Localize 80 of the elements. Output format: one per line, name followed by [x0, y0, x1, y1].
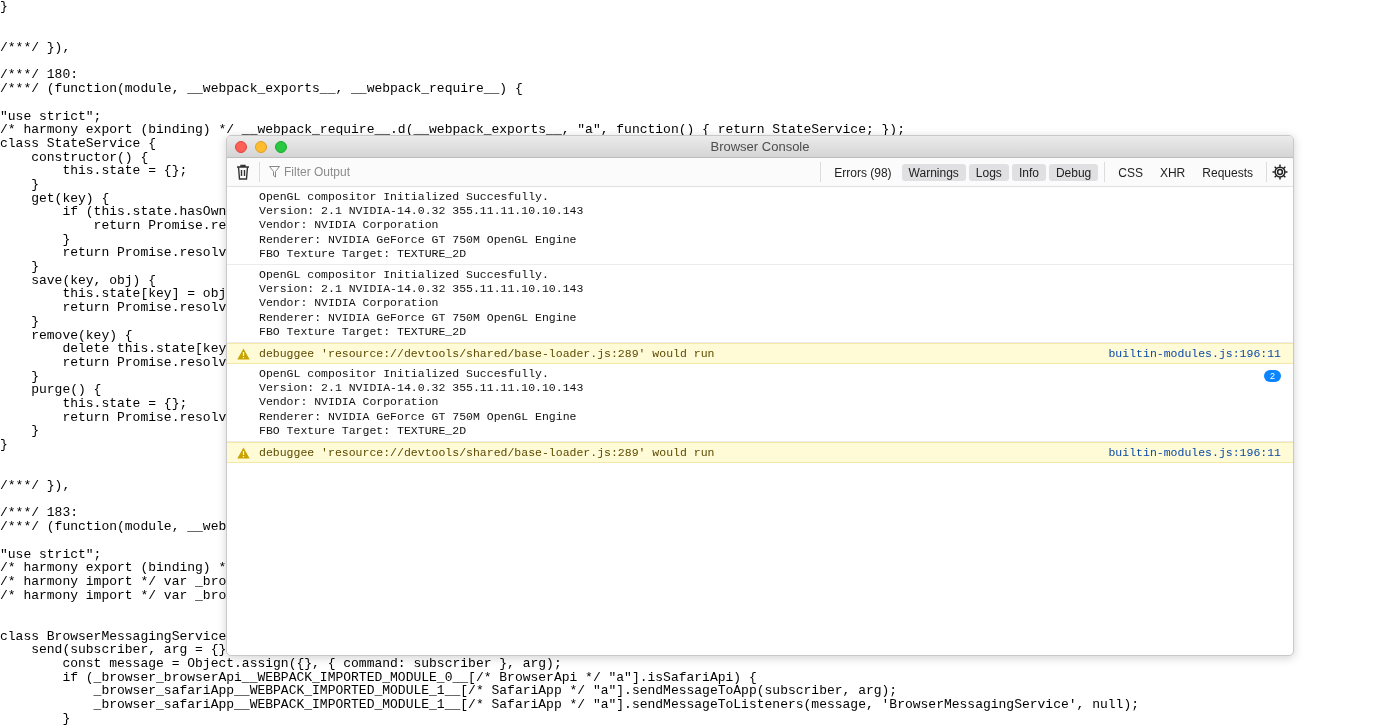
filter-toggle[interactable]: XHR — [1152, 163, 1193, 181]
log-line: OpenGL compositor Initialized Succesfully. — [259, 367, 550, 382]
log-line: Version: 2.1 NVIDIA-14.0.32 355.11.11.10.10.143 — [259, 381, 585, 396]
warning-text: debuggee 'resource://devtools/shared/base-loader.js:289' would run — [259, 345, 716, 362]
window-title: Browser Console — [710, 137, 810, 156]
code-line: /***/ }), — [0, 41, 71, 55]
log-line: FBO Texture Target: TEXTURE_2D — [259, 423, 468, 439]
filter-toggle[interactable]: CSS — [1111, 163, 1150, 181]
code-line: if (this.state.hasOwn — [62, 205, 227, 219]
settings-icon[interactable] — [1271, 163, 1289, 181]
code-line: this.state[key] = obj — [62, 287, 227, 302]
filter-toggle[interactable]: Errors (98) — [827, 163, 899, 181]
code-line: this.state = {}; — [62, 164, 188, 178]
source-link[interactable]: builtin-modules.js:196:11 — [1108, 344, 1281, 363]
log-line: Renderer: NVIDIA GeForce GT 750M OpenGL Engine — [259, 310, 578, 325]
code-line: this.state = {}; — [62, 396, 188, 411]
code-line: } — [61, 232, 71, 247]
code-line: } — [30, 369, 39, 384]
code-line: class StateService { — [0, 136, 157, 151]
repeat-badge: 2 — [1264, 370, 1281, 383]
filter-toggle[interactable]: Logs — [968, 163, 1009, 181]
code-line: /***/ 183: — [0, 506, 78, 521]
code-line: return Promise.resolv — [61, 246, 227, 261]
code-line: /* harmony import */ var _bro — [0, 574, 227, 589]
code-line: class BrowserMessagingService — [0, 629, 227, 644]
code-line: } — [0, 438, 8, 452]
code-line: _browser_safariApp__WEBPACK_IMPORTED_MODULE_1__[/* SafariApp */ "a"].sendMessageToApp(subscriber, arg); — [93, 684, 898, 699]
log-line: Version: 2.1 NVIDIA-14.0.32 355.11.11.10.10.143 — [259, 282, 585, 297]
code-line: constructor() { — [30, 150, 149, 165]
log-line: Vendor: NVIDIA Corporation — [259, 296, 440, 311]
code-line: } — [30, 314, 39, 329]
filter-toggle[interactable]: Warnings — [901, 163, 966, 181]
warning-icon — [237, 446, 250, 459]
code-line: } — [30, 177, 39, 192]
code-line: purge() { — [30, 383, 102, 397]
log-line: Renderer: NVIDIA GeForce GT 750M OpenGL Engine — [259, 232, 578, 247]
code-line: send(subscriber, arg = {} — [30, 643, 227, 657]
log-line: Version: 2.1 NVIDIA-14.0.32 355.11.11.10.10.143 — [259, 204, 585, 219]
log-line: OpenGL compositor Initialized Succesfully. — [259, 190, 550, 205]
warning-text: debuggee 'resource://devtools/shared/base-loader.js:289' would run — [259, 444, 716, 461]
code-line: /***/ (function(module, __web — [0, 520, 227, 534]
trash-icon[interactable] — [236, 164, 250, 180]
source-link[interactable]: builtin-modules.js:196:11 — [1108, 443, 1281, 462]
minimize-button[interactable] — [255, 141, 267, 153]
code-line: "use strict"; — [0, 547, 102, 562]
code-line: return Promise.resolv — [61, 355, 227, 370]
code-line: return Promise.resolv — [61, 410, 227, 425]
log-line: Renderer: NVIDIA GeForce GT 750M OpenGL Engine — [259, 409, 578, 424]
code-line: /***/ }), — [0, 479, 71, 493]
code-line: delete this.state[key — [62, 342, 227, 356]
zoom-button[interactable] — [275, 141, 287, 153]
code-line: "use strict"; — [0, 109, 102, 124]
code-line: /* harmony import */ var _bro — [0, 588, 227, 603]
code-line: } — [30, 260, 39, 274]
filter-toggle[interactable]: Debug — [1048, 163, 1099, 181]
code-line: remove(key) { — [30, 328, 133, 343]
filter-toggle[interactable]: Info — [1011, 163, 1046, 181]
log-line: FBO Texture Target: TEXTURE_2D — [259, 324, 468, 340]
code-line: /* harmony export (binding) * — [0, 561, 227, 575]
code-line: return Promise.resolv — [61, 301, 227, 315]
log-line: Vendor: NVIDIA Corporation — [259, 395, 440, 410]
code-line: } — [0, 0, 8, 14]
filter-field[interactable]: Filter Output — [284, 163, 584, 181]
code-line: if (_browser_browserApi__WEBPACK_IMPORTED_MODULE_0__[/* BrowserApi */ "a"].isSafariApi) { — [61, 670, 757, 685]
code-line: const message = Object.assign({}, { command: subscriber }, arg); — [61, 657, 562, 671]
filter-toggle[interactable]: Requests — [1195, 163, 1260, 181]
log-line: OpenGL compositor Initialized Succesfully. — [259, 268, 550, 283]
filter-icon — [269, 166, 280, 178]
code-line: /***/ (function(module, __webpack_exports__, __webpack_require__) { — [0, 82, 523, 96]
close-button[interactable] — [235, 141, 247, 153]
log-line: Vendor: NVIDIA Corporation — [259, 218, 440, 233]
code-line: get(key) { — [30, 191, 110, 206]
warning-icon — [237, 347, 250, 360]
code-line: return Promise.re — [92, 219, 227, 233]
code-line: } — [61, 711, 71, 726]
log-line: FBO Texture Target: TEXTURE_2D — [259, 246, 468, 261]
code-line: /***/ 180: — [0, 68, 78, 83]
code-line: } — [30, 424, 39, 438]
code-line: save(key, obj) { — [30, 273, 157, 288]
code-line: _browser_safariApp__WEBPACK_IMPORTED_MODULE_1__[/* SafariApp */ "a"].sendMessageToListeners(message, 'BrowserMessagingService', null); — [92, 698, 1139, 712]
